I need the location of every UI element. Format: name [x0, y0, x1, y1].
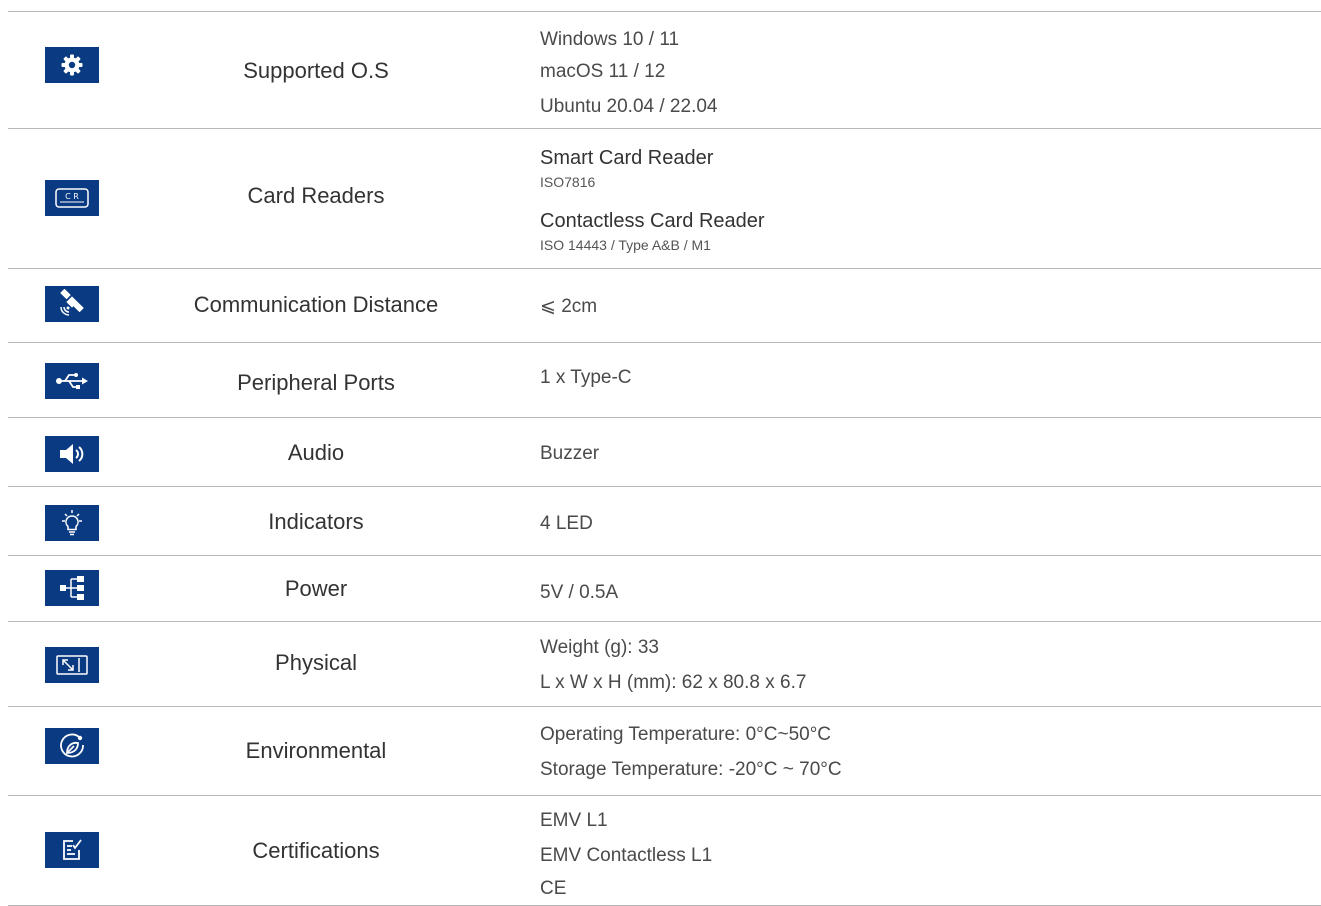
- network-tree-icon: [45, 570, 99, 606]
- checklist-icon: [45, 832, 99, 868]
- spec-label: Power: [284, 576, 348, 601]
- spec-value: 1 x Type-C: [540, 367, 632, 388]
- resize-icon: [45, 647, 99, 683]
- spec-value: Storage Temperature: -20°C ~ 70°C: [540, 759, 842, 780]
- spec-value: macOS 11 / 12: [540, 61, 666, 82]
- satellite-icon: [45, 286, 99, 322]
- spec-value: Contactless Card Reader: [540, 210, 765, 232]
- spec-label: Environmental: [245, 738, 387, 763]
- spec-row-physical: Physical Weight (g): 33 L x W x H (mm): …: [8, 621, 1321, 706]
- spec-row-power: Power 5V / 0.5A: [8, 555, 1321, 621]
- spec-value: Ubuntu 20.04 / 22.04: [540, 96, 718, 117]
- spec-label: Communication Distance: [193, 292, 439, 317]
- card-reader-icon-text: C R: [65, 192, 79, 201]
- spec-value-sub: ISO7816: [540, 174, 596, 190]
- leaf-circle-icon: [45, 728, 99, 764]
- spec-row-indicators: Indicators 4 LED: [8, 486, 1321, 555]
- spec-value: 5V / 0.5A: [540, 582, 619, 603]
- spec-label: Audio: [287, 440, 345, 465]
- spec-row-certifications: Certifications EMV L1 EMV Contactless L1…: [8, 795, 1321, 906]
- spec-row-audio: Audio Buzzer: [8, 417, 1321, 486]
- usb-icon: [45, 363, 99, 399]
- spec-label: Physical: [275, 650, 357, 675]
- spec-value: L x W x H (mm): 62 x 80.8 x 6.7: [540, 672, 807, 693]
- spec-value: Buzzer: [540, 443, 600, 464]
- spec-value: Operating Temperature: 0°C~50°C: [540, 724, 832, 745]
- spec-value: Smart Card Reader: [540, 147, 714, 169]
- spec-value: EMV Contactless L1: [540, 845, 713, 866]
- spec-label: Card Readers: [247, 183, 385, 208]
- spec-value: 4 LED: [540, 513, 593, 534]
- spec-value: Windows 10 / 11: [540, 29, 680, 50]
- spec-label: Supported O.S: [243, 58, 389, 83]
- card-reader-icon: C R: [45, 180, 99, 216]
- spec-row-communication-distance: Communication Distance ⩽ 2cm: [8, 268, 1321, 342]
- spec-value: Weight (g): 33: [540, 637, 659, 658]
- spec-value-sub: ISO 14443 / Type A&B / M1: [540, 237, 711, 253]
- spec-label: Peripheral Ports: [237, 370, 395, 395]
- spec-row-card-readers: C R Card Readers Smart Card Reader ISO78…: [8, 128, 1321, 268]
- spec-label: Certifications: [252, 838, 380, 863]
- spec-value: ⩽ 2cm: [540, 296, 598, 317]
- spec-label: Indicators: [268, 509, 364, 534]
- speaker-icon: [45, 436, 99, 472]
- spec-value: EMV L1: [540, 810, 608, 831]
- spec-row-peripheral-ports: Peripheral Ports 1 x Type-C: [8, 342, 1321, 417]
- spec-value: CE: [540, 878, 567, 899]
- gear-icon: [45, 47, 99, 83]
- spec-row-supported-os: Supported O.S Windows 10 / 11 macOS 11 /…: [8, 11, 1321, 128]
- lightbulb-icon: [45, 505, 99, 541]
- spec-row-environmental: Environmental Operating Temperature: 0°C…: [8, 706, 1321, 795]
